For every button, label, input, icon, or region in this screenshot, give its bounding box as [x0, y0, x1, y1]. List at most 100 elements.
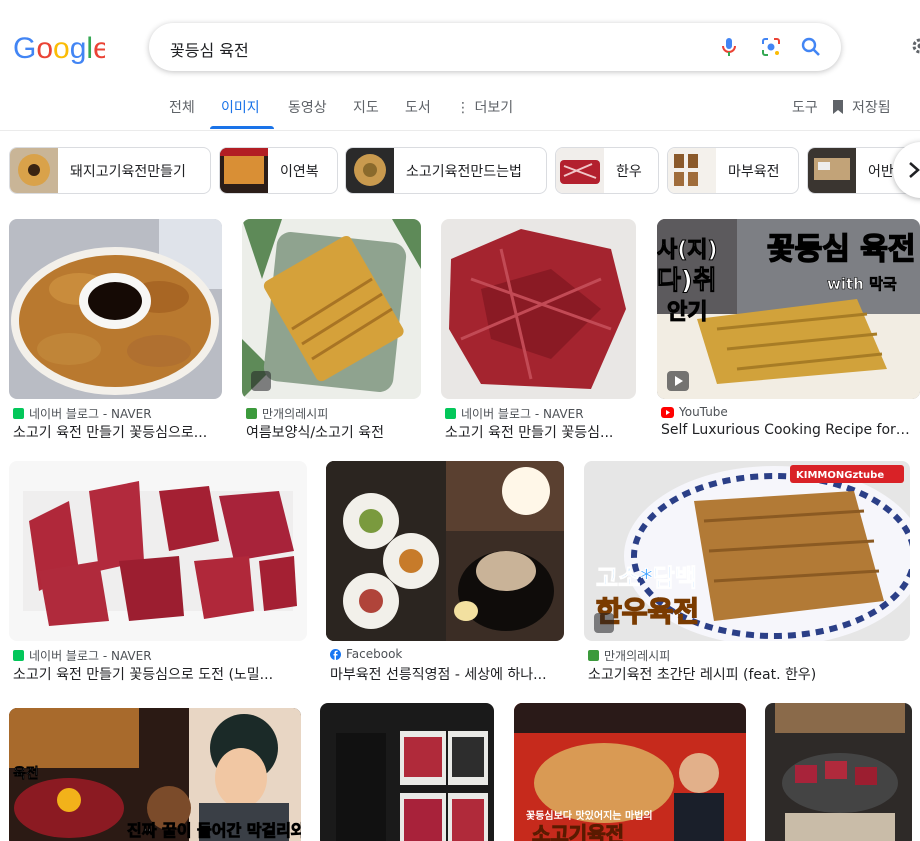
recipe-video-badge: [251, 371, 271, 391]
svg-text:Google: Google: [13, 32, 105, 65]
source-label: 만개의레시피: [604, 649, 671, 663]
result-source[interactable]: 만개의레시피: [246, 405, 328, 422]
source-label: 네이버 블로그 - NAVER: [29, 649, 152, 663]
chip-pork-yukjeon[interactable]: 돼지고기육전만들기: [9, 147, 211, 194]
google-logo[interactable]: Google: [13, 31, 105, 65]
lens-camera-icon[interactable]: [759, 35, 783, 59]
image-result[interactable]: 꽃등심 육전 with 막국 사(지) 다)취 안기 YouTube Self …: [657, 219, 920, 444]
chip-label: 소고기육전만드는법: [406, 163, 522, 180]
tab-videos[interactable]: 동영상: [288, 97, 327, 117]
source-label: YouTube: [679, 405, 728, 419]
tab-all[interactable]: 전체: [169, 97, 195, 117]
search-icon[interactable]: [799, 35, 823, 59]
bookmark-icon[interactable]: [831, 99, 845, 115]
source-label: 만개의레시피: [262, 407, 329, 421]
image-result[interactable]: 네이버 블로그 - NAVER 소고기 육전 만들기 꽃등심으로 도전 (노밀.…: [9, 461, 307, 686]
image-result[interactable]: Facebook 마부육전 선릉직영점 - 세상에 하나...: [326, 461, 564, 686]
result-title[interactable]: 소고기 육전 만들기 꽃등심...: [445, 422, 635, 442]
thumbnail-caption: 사(지): [657, 238, 718, 263]
settings-gear-icon[interactable]: [910, 36, 920, 56]
image-result[interactable]: 네이버 블로그 - NAVER 소고기 육전 만들기 꽃등심...: [441, 219, 637, 444]
chevron-right-icon: [909, 162, 920, 178]
image-result[interactable]: 만개의레시피 여름보양식/소고기 육전: [242, 219, 422, 444]
image-result[interactable]: 육전 진짜 꿀이 들어간 막걸리와!: [9, 708, 301, 841]
chip-mabu-yukjeon[interactable]: 마부육전: [667, 147, 799, 194]
search-input[interactable]: 꽃등심 육전: [170, 37, 249, 61]
recipe-video-badge: [594, 613, 614, 633]
result-thumbnail[interactable]: [9, 461, 307, 641]
youtube-icon: [661, 406, 674, 418]
facebook-icon: [330, 648, 341, 660]
result-thumbnail[interactable]: [9, 219, 222, 399]
chip-thumbnail: [346, 148, 394, 193]
result-title[interactable]: 여름보양식/소고기 육전: [246, 422, 422, 442]
logo-letter: G: [13, 32, 36, 65]
result-source[interactable]: YouTube: [661, 405, 728, 419]
source-label: Facebook: [346, 647, 403, 661]
chip-thumbnail: [808, 148, 856, 193]
result-thumbnail[interactable]: [765, 703, 912, 841]
image-result[interactable]: 꽃등심보다 맛있어지는 마법의 소고기육전: [514, 703, 746, 841]
image-result[interactable]: [765, 703, 912, 841]
recipe-site-icon: [588, 650, 599, 661]
result-title[interactable]: 소고기 육전 만들기 꽃등심으로...: [13, 422, 223, 442]
result-source[interactable]: 네이버 블로그 - NAVER: [13, 405, 152, 422]
chip-label: 한우: [616, 163, 642, 180]
thumbnail-caption: KIMMONGztube: [796, 470, 884, 481]
microphone-icon[interactable]: [717, 35, 741, 59]
tab-more[interactable]: ⋮ 더보기: [456, 97, 513, 117]
tab-maps[interactable]: 지도: [353, 97, 379, 117]
result-source[interactable]: 만개의레시피: [588, 647, 670, 664]
result-thumbnail[interactable]: [320, 703, 494, 841]
active-tab-indicator: [210, 126, 274, 129]
result-source[interactable]: Facebook: [330, 647, 402, 661]
image-result[interactable]: 네이버 블로그 - NAVER 소고기 육전 만들기 꽃등심으로...: [9, 219, 223, 444]
thumbnail-caption: 안기: [667, 300, 707, 325]
video-play-icon: [667, 371, 689, 391]
chip-thumbnail: [556, 148, 604, 193]
naver-blog-icon: [445, 408, 456, 419]
naver-blog-icon: [13, 408, 24, 419]
result-thumbnail[interactable]: 꽃등심 육전 with 막국 사(지) 다)취 안기: [657, 219, 920, 399]
thumbnail-caption: 육전: [13, 765, 39, 782]
result-title[interactable]: 마부육전 선릉직영점 - 세상에 하나...: [330, 664, 564, 684]
result-thumbnail[interactable]: KIMMONGztube 고소*담백 한우육전: [584, 461, 910, 641]
recipe-site-icon: [246, 408, 257, 419]
result-thumbnail[interactable]: [441, 219, 636, 399]
chip-label: 돼지고기육전만들기: [70, 163, 186, 180]
tools-button[interactable]: 도구: [792, 97, 818, 117]
chip-label: 마부육전: [728, 163, 780, 180]
result-title[interactable]: Self Luxurious Cooking Recipe for Li...: [661, 422, 911, 438]
result-thumbnail[interactable]: [326, 461, 564, 641]
chip-label: 이연복: [280, 163, 319, 180]
chip-hanwoo[interactable]: 한우: [555, 147, 659, 194]
thumbnail-caption: 꽃등심보다 맛있어지는 마법의: [526, 809, 653, 822]
source-label: 네이버 블로그 - NAVER: [29, 407, 152, 421]
header-divider: [0, 130, 920, 131]
chip-thumbnail: [10, 148, 58, 193]
image-result[interactable]: KIMMONGztube 고소*담백 한우육전 만개의레시피 소고기육전 초간단…: [584, 461, 910, 686]
thumbnail-caption: 소고기육전: [532, 822, 624, 841]
result-title[interactable]: 소고기 육전 만들기 꽃등심으로 도전 (노밀...: [13, 664, 303, 684]
chip-thumbnail: [220, 148, 268, 193]
result-thumbnail[interactable]: 꽃등심보다 맛있어지는 마법의 소고기육전: [514, 703, 746, 841]
tab-books[interactable]: 도서: [405, 97, 431, 117]
image-result[interactable]: [320, 703, 494, 841]
thumbnail-caption: 다)취: [657, 266, 717, 296]
chip-beef-yukjeon-howto[interactable]: 소고기육전만드는법: [345, 147, 547, 194]
chip-thumbnail: [668, 148, 716, 193]
result-source[interactable]: 네이버 블로그 - NAVER: [445, 405, 584, 422]
thumbnail-caption: 꽃등심 육전: [767, 232, 915, 267]
search-box[interactable]: 꽃등심 육전: [149, 23, 841, 71]
chip-lee-yeonbok[interactable]: 이연복: [219, 147, 338, 194]
thumbnail-caption: 고소*담백: [596, 564, 697, 592]
result-title[interactable]: 소고기육전 초간단 레시피 (feat. 한우): [588, 664, 908, 684]
saved-button[interactable]: 저장됨: [852, 97, 891, 117]
source-label: 네이버 블로그 - NAVER: [461, 407, 584, 421]
thumbnail-caption: with 막국: [827, 275, 897, 293]
tab-images[interactable]: 이미지: [221, 97, 260, 117]
naver-blog-icon: [13, 650, 24, 661]
thumbnail-caption: 진짜 꿀이 들어간 막걸리와!: [127, 821, 301, 840]
result-source[interactable]: 네이버 블로그 - NAVER: [13, 647, 152, 664]
result-thumbnail[interactable]: 육전 진짜 꿀이 들어간 막걸리와!: [9, 708, 301, 841]
